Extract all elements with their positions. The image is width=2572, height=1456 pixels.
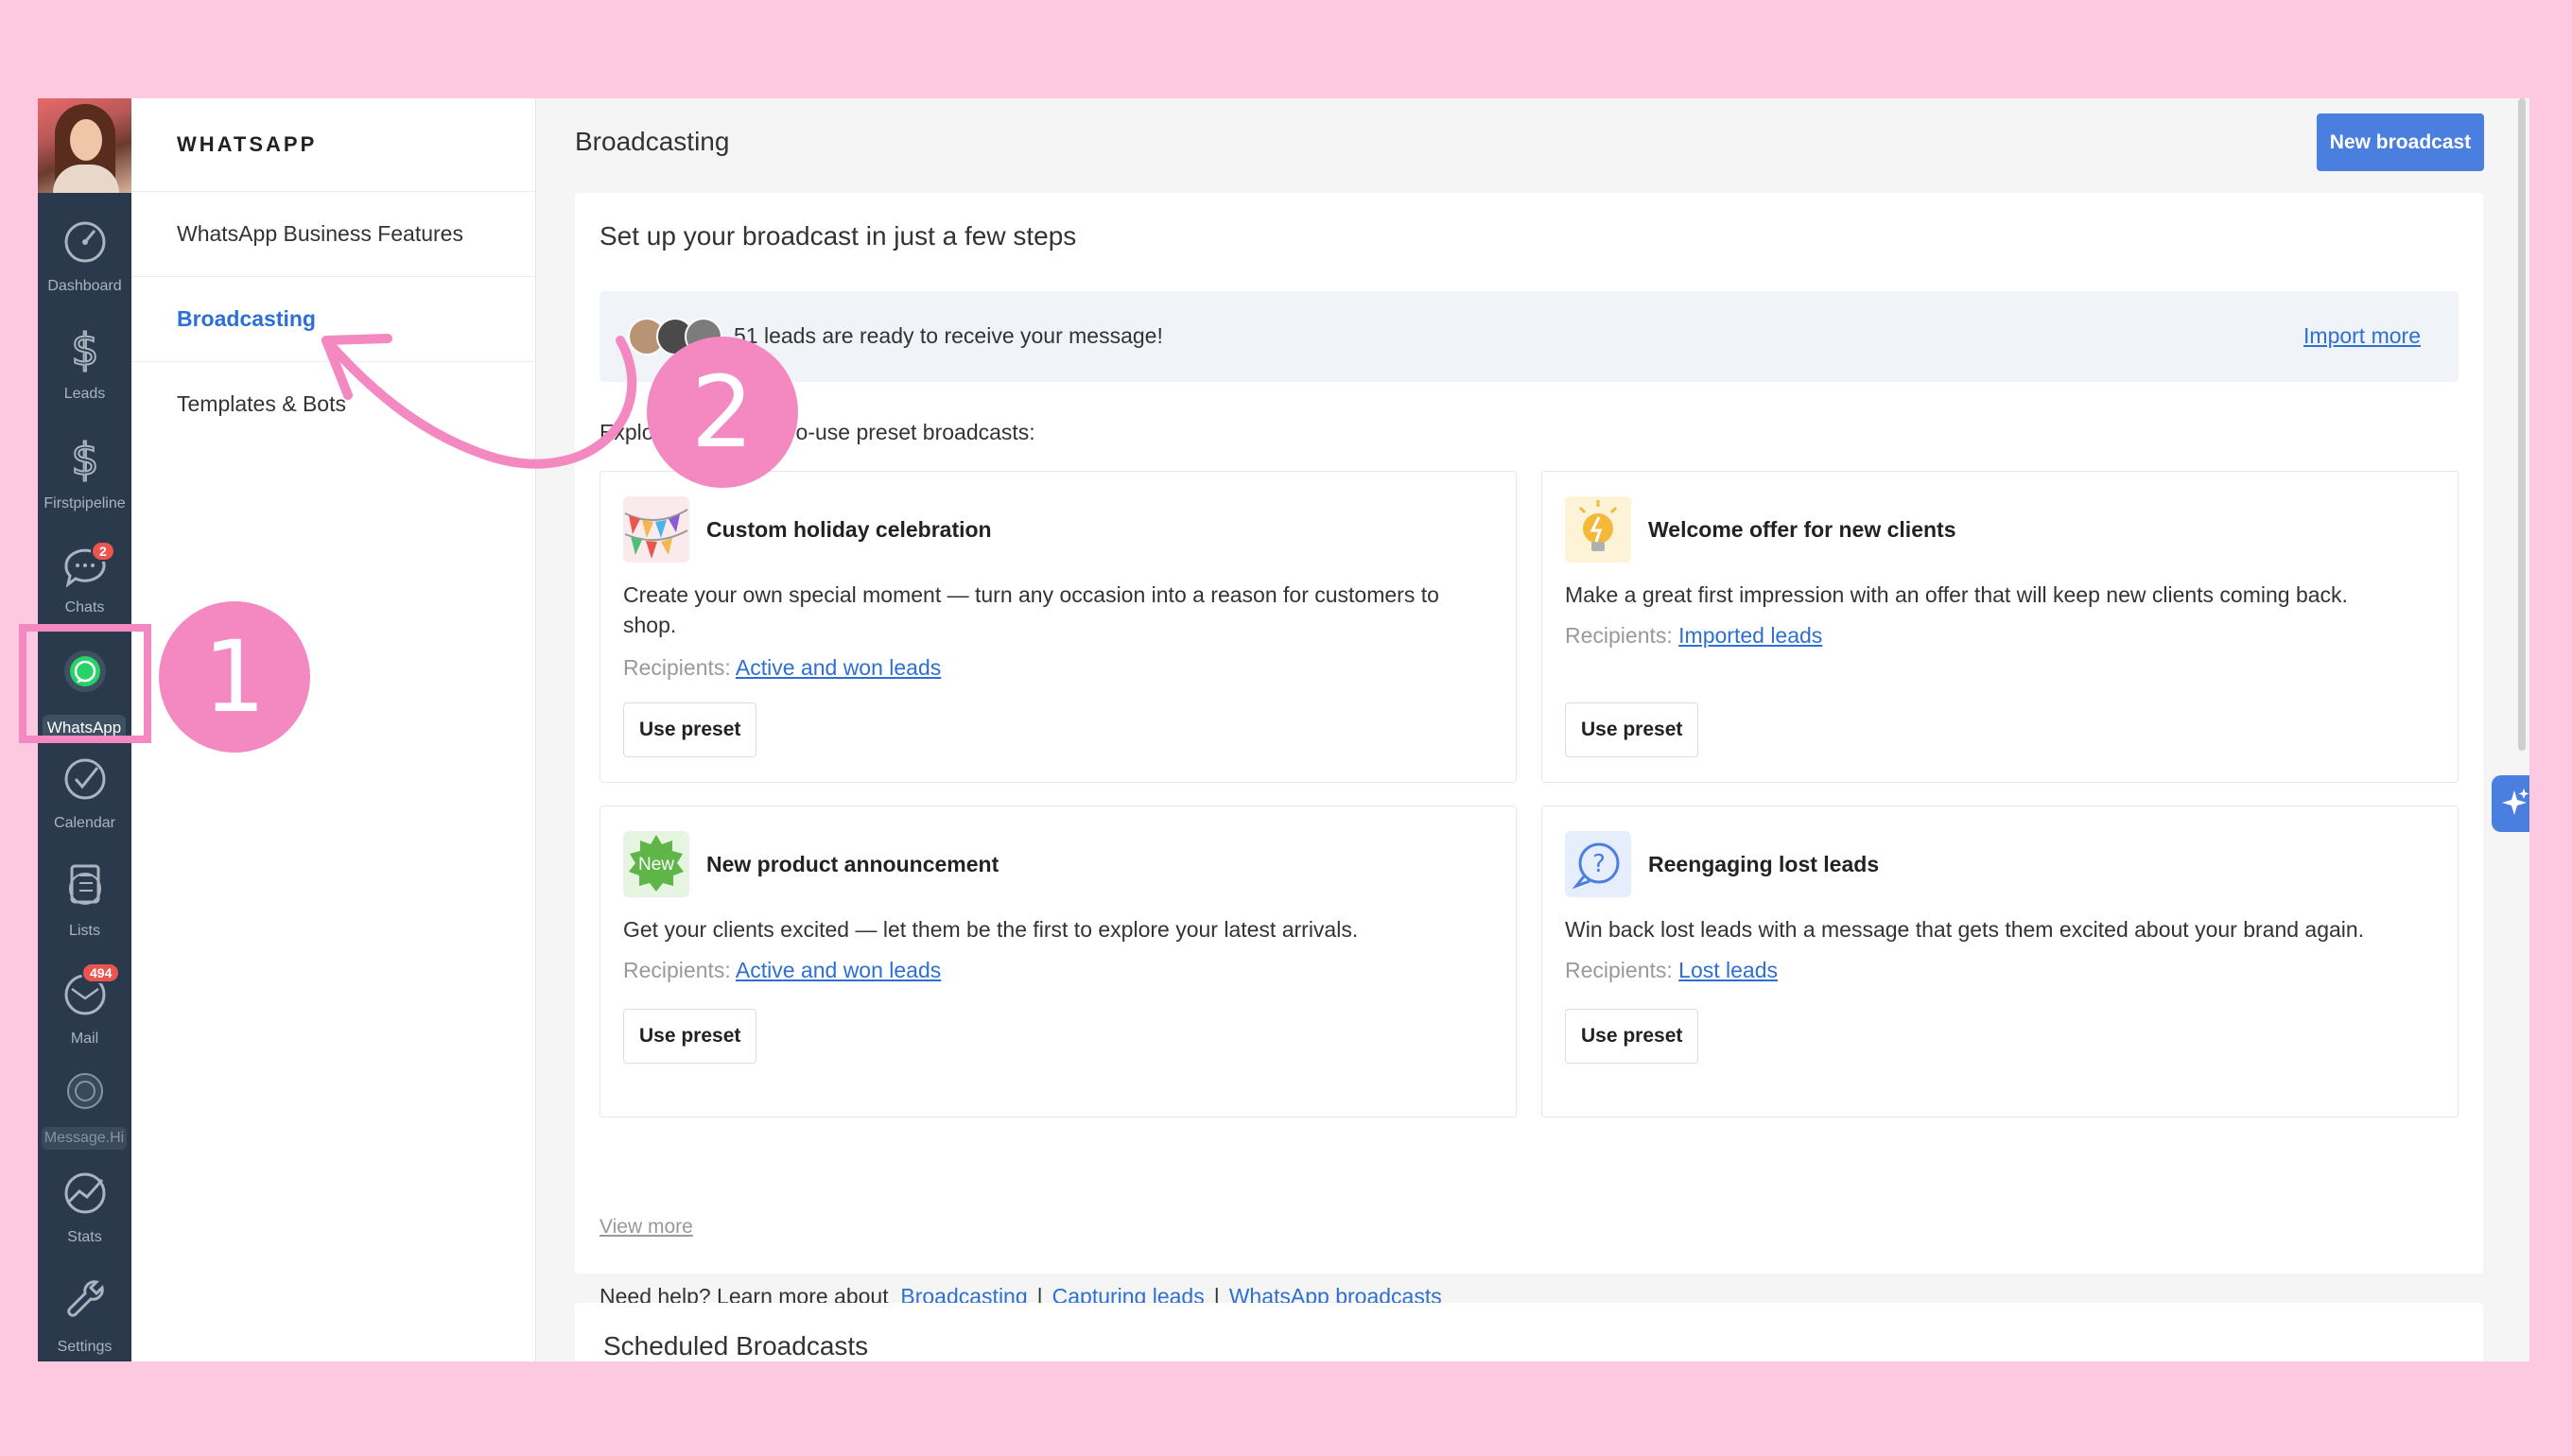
preset-description: Create your own special moment — turn an… <box>623 582 1439 637</box>
leads-ready-text: 51 leads are ready to receive your messa… <box>734 323 1163 348</box>
rail-item-calendar[interactable]: Calendar <box>38 747 131 849</box>
recipients-link[interactable]: Active and won leads <box>736 655 941 680</box>
new-broadcast-button[interactable]: New broadcast <box>2317 113 2484 171</box>
rail-label: Stats <box>67 1229 102 1245</box>
preset-description: Win back lost leads with a message that … <box>1565 917 2365 942</box>
svg-text:?: ? <box>1592 850 1606 878</box>
leads-banner: 51 leads are ready to receive your messa… <box>600 291 2459 382</box>
scrollbar[interactable] <box>2518 98 2526 751</box>
steps-title: Set up your broadcast in just a few step… <box>600 221 1077 251</box>
rail-label: Chats <box>64 599 105 615</box>
preset-recipients: Recipients: Active and won leads <box>623 958 942 982</box>
recipients-link[interactable]: Active and won leads <box>736 958 941 982</box>
rail-item-message-hi[interactable]: Message.Hi <box>38 1057 131 1159</box>
page-title: Broadcasting <box>575 127 730 156</box>
rail-label-message-hi: Message.Hi <box>42 1127 127 1150</box>
subnav-title: WHATSAPP <box>177 132 318 156</box>
stats-icon <box>64 1172 106 1214</box>
preset-card-new-product: New New product announcement Get your cl… <box>600 806 1517 1118</box>
recipients-link[interactable]: Lost leads <box>1678 958 1778 982</box>
annotation-highlight-box <box>19 624 151 743</box>
bunting-flags-icon <box>623 496 689 563</box>
rail-item-mail[interactable]: 494 Mail <box>38 962 131 1065</box>
recipients-link[interactable]: Imported leads <box>1678 623 1822 648</box>
rail-label: Firstpipeline <box>43 495 126 511</box>
rail-label: Calendar <box>54 815 115 831</box>
wrench-icon <box>67 1280 104 1317</box>
preset-card-welcome: Welcome offer for new clients Make a gre… <box>1541 471 2459 783</box>
dollar-icon: $ <box>70 323 99 373</box>
app-window: Dashboard $ Leads $ Firstpipeline 2 Chat… <box>38 98 2529 1361</box>
rail-label: Leads <box>63 386 106 402</box>
rail-item-firstpipeline[interactable]: $ Firstpipeline <box>38 427 131 529</box>
dollar-icon: $ <box>70 433 99 482</box>
dashboard-gauge-icon <box>64 221 106 263</box>
rail-item-settings[interactable]: Settings <box>38 1269 131 1361</box>
whatsapp-icon <box>67 1073 103 1109</box>
preset-card-reengaging: ? Reengaging lost leads Win back lost le… <box>1541 806 2459 1118</box>
use-preset-button[interactable]: Use preset <box>1565 702 1699 757</box>
avatar[interactable] <box>38 98 131 193</box>
annotation-step-2: 2 <box>647 337 798 488</box>
scheduled-title: Scheduled Broadcasts <box>603 1331 869 1361</box>
preset-recipients: Recipients: Lost leads <box>1565 958 1779 982</box>
view-more-link[interactable]: View more <box>600 1216 693 1239</box>
svg-text:$: $ <box>71 324 98 373</box>
rail-label: Settings <box>57 1339 113 1355</box>
ai-assistant-button[interactable] <box>2492 775 2529 832</box>
preset-recipients: Recipients: Imported leads <box>1565 623 1823 648</box>
subnav-item-broadcasting[interactable]: Broadcasting <box>177 306 316 332</box>
svg-text:New: New <box>638 855 674 875</box>
lightbulb-icon <box>1565 496 1631 563</box>
new-badge-icon: New <box>623 831 689 897</box>
preset-name: Custom holiday celebration <box>706 517 992 542</box>
rail-label: Dashboard <box>47 278 122 294</box>
preset-description: Get your clients excited — let them be t… <box>623 917 1359 942</box>
preset-card-holiday: Custom holiday celebration Create your o… <box>600 471 1517 783</box>
question-bubble-icon: ? <box>1565 831 1631 897</box>
svg-text:$: $ <box>71 434 98 482</box>
rail-label: Mail <box>70 1031 99 1047</box>
subnav-item-templates-bots[interactable]: Templates & Bots <box>177 391 346 417</box>
use-preset-button[interactable]: Use preset <box>623 1009 757 1064</box>
rail-item-stats[interactable]: Stats <box>38 1161 131 1263</box>
rail-item-leads[interactable]: $ Leads <box>38 318 131 420</box>
annotation-step-1: 1 <box>159 601 310 753</box>
preset-name: Reengaging lost leads <box>1648 852 1880 876</box>
preset-name: New product announcement <box>706 852 999 876</box>
scheduled-broadcasts-card: Scheduled Broadcasts <box>575 1303 2483 1361</box>
list-icon <box>69 864 101 905</box>
preset-description: Make a great first impression with an of… <box>1565 582 2348 607</box>
use-preset-button[interactable]: Use preset <box>1565 1009 1699 1064</box>
import-more-link[interactable]: Import more <box>2303 323 2421 349</box>
broadcast-steps-card: Set up your broadcast in just a few step… <box>575 193 2483 1309</box>
rail-item-lists[interactable]: Lists <box>38 855 131 957</box>
rail-label: Lists <box>69 923 100 939</box>
sparkle-icon <box>2502 789 2529 815</box>
preset-recipients: Recipients: Active and won leads <box>623 655 942 680</box>
checkmark-circle-icon <box>64 758 106 800</box>
rail-item-dashboard[interactable]: Dashboard <box>38 210 131 312</box>
mail-badge: 494 <box>81 962 121 983</box>
use-preset-button[interactable]: Use preset <box>623 702 757 757</box>
chats-badge: 2 <box>91 541 115 562</box>
subnav-item-business-features[interactable]: WhatsApp Business Features <box>177 221 463 247</box>
preset-name: Welcome offer for new clients <box>1648 517 1956 542</box>
